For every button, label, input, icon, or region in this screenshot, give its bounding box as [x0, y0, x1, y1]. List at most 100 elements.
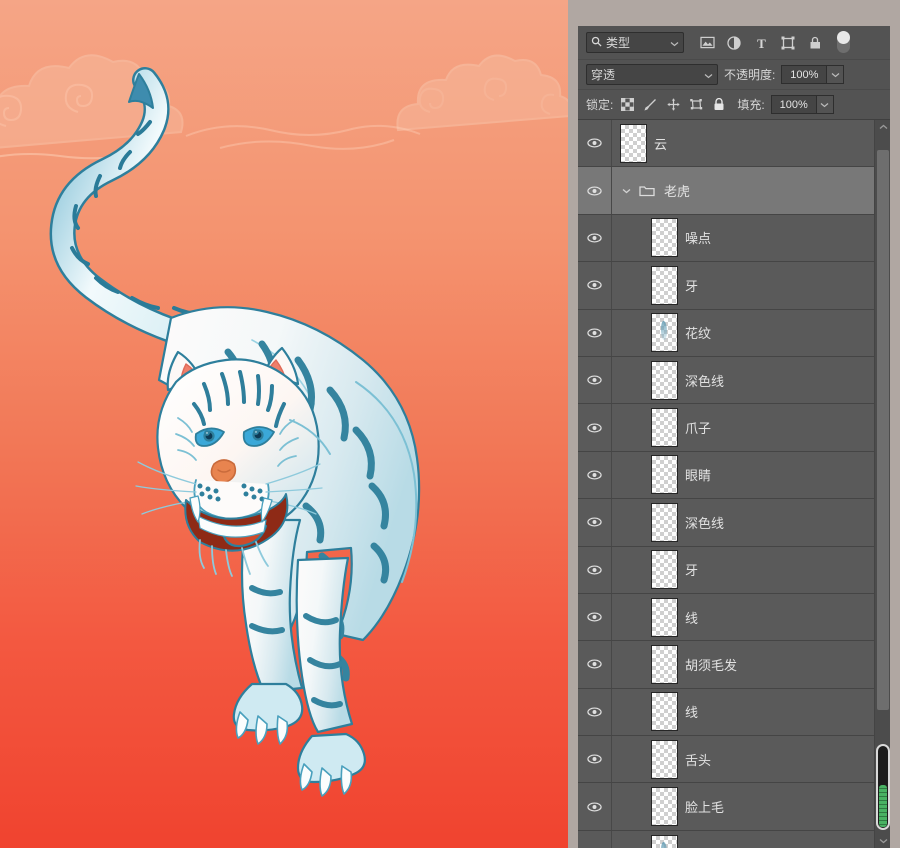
layer-row[interactable]: 老虎 — [578, 167, 890, 215]
layer-row-body[interactable]: 胡须毛发 — [612, 641, 890, 687]
opacity-control[interactable]: 100% — [781, 65, 845, 84]
layer-row-body[interactable]: 花纹 — [612, 310, 890, 356]
layer-visibility-eye-icon[interactable] — [578, 451, 612, 499]
lock-icon-group[interactable] — [619, 97, 727, 113]
layer-row-body[interactable]: 眼睛 — [612, 452, 890, 498]
layer-row[interactable]: 暗部细节 — [578, 830, 890, 848]
layer-row[interactable]: 牙 — [578, 546, 890, 594]
layer-list[interactable]: 云老虎噪点牙花纹深色线爪子眼睛深色线牙线胡须毛发线舌头脸上毛暗部细节 — [578, 120, 890, 848]
layer-row-body[interactable]: 牙 — [612, 547, 890, 593]
layer-filter-type-select[interactable]: 类型 — [586, 32, 684, 53]
layer-thumbnail[interactable] — [651, 739, 678, 779]
lock-artboard-nesting-icon[interactable] — [688, 97, 704, 113]
layer-visibility-eye-icon[interactable] — [578, 641, 612, 688]
layer-thumbnail[interactable] — [651, 644, 678, 684]
fill-value[interactable]: 100% — [770, 95, 817, 114]
fill-control[interactable]: 100% — [770, 95, 834, 114]
pixel-layer-filter-icon[interactable] — [696, 32, 718, 54]
layer-row[interactable]: 爪子 — [578, 404, 890, 452]
layer-row-body[interactable]: 深色线 — [612, 499, 890, 545]
layer-visibility-eye-icon[interactable] — [578, 736, 612, 783]
layer-thumbnail[interactable] — [651, 265, 678, 305]
layer-row[interactable]: 深色线 — [578, 499, 890, 547]
document-canvas[interactable] — [0, 0, 568, 848]
scroll-up-chevron-up-icon[interactable] — [875, 120, 890, 134]
green-level-gauge-fill — [879, 785, 887, 827]
filter-enable-toggle[interactable] — [837, 31, 850, 53]
layer-row-body[interactable]: 噪点 — [612, 215, 890, 261]
smart-object-filter-icon[interactable] — [804, 32, 826, 54]
layer-row-body[interactable]: 线 — [612, 689, 890, 735]
layer-row[interactable]: 牙 — [578, 262, 890, 310]
layer-row-body[interactable]: 脸上毛 — [612, 783, 890, 829]
adjustment-layer-filter-icon[interactable] — [723, 32, 745, 54]
layer-row-body[interactable]: 云 — [612, 120, 890, 166]
layer-visibility-eye-icon[interactable] — [578, 546, 612, 593]
layer-thumbnail[interactable] — [651, 360, 678, 400]
layer-visibility-eye-icon[interactable] — [578, 404, 612, 451]
lock-image-brush-icon[interactable] — [642, 97, 658, 113]
layer-visibility-eye-icon[interactable] — [578, 309, 612, 356]
layer-row-body[interactable]: 老虎 — [612, 167, 890, 213]
layer-visibility-eye-icon[interactable] — [578, 499, 612, 546]
layer-thumbnail[interactable] — [651, 597, 678, 637]
layers-panel[interactable]: 类型 T 穿透 不透明度: 100% 锁定: 填充: 100% 云 老虎 噪点 … — [578, 26, 890, 848]
layer-thumbnail[interactable] — [651, 834, 678, 848]
layer-thumbnail[interactable] — [651, 218, 678, 258]
layer-row[interactable]: 眼睛 — [578, 451, 890, 500]
layer-row[interactable]: 线 — [578, 593, 890, 642]
layer-visibility-eye-icon[interactable] — [578, 120, 612, 167]
layer-visibility-eye-icon[interactable] — [578, 593, 612, 641]
layer-row[interactable]: 舌头 — [578, 736, 890, 784]
lock-transparency-icon[interactable] — [619, 97, 635, 113]
layer-row[interactable]: 线 — [578, 688, 890, 737]
layer-name-label: 线 — [685, 610, 699, 626]
layer-visibility-eye-icon[interactable] — [578, 783, 612, 830]
opacity-label: 不透明度: — [724, 68, 776, 82]
layer-visibility-eye-icon[interactable] — [578, 167, 612, 214]
layer-row-body[interactable]: 爪子 — [612, 404, 890, 450]
layer-visibility-eye-icon[interactable] — [578, 688, 612, 736]
layer-row-body[interactable]: 深色线 — [612, 357, 890, 403]
layer-row[interactable]: 噪点 — [578, 214, 890, 263]
layer-thumbnail[interactable] — [651, 408, 678, 448]
layer-filter-row[interactable]: 类型 T — [578, 26, 890, 60]
scrollbar-thumb[interactable] — [877, 150, 889, 710]
type-layer-filter-icon[interactable]: T — [750, 32, 772, 54]
opacity-value[interactable]: 100% — [781, 65, 828, 84]
layer-list-scrollbar[interactable] — [874, 120, 890, 848]
opacity-stepper-chevron-down-icon[interactable] — [827, 65, 845, 84]
layer-row[interactable]: 云 — [578, 120, 890, 168]
blend-mode-select[interactable]: 穿透 — [586, 64, 718, 85]
layer-row[interactable]: 脸上毛 — [578, 783, 890, 831]
group-expand-chevron-down-icon[interactable] — [620, 188, 632, 194]
layer-filter-icon-group[interactable]: T — [696, 31, 850, 54]
layer-thumbnail[interactable] — [651, 502, 678, 542]
scroll-down-chevron-down-icon[interactable] — [875, 834, 890, 848]
layer-visibility-eye-icon[interactable] — [578, 262, 612, 309]
layer-row-body[interactable]: 线 — [612, 594, 890, 640]
chevron-down-icon[interactable] — [670, 36, 679, 50]
layer-thumbnail[interactable] — [651, 550, 678, 590]
lock-position-move-icon[interactable] — [665, 97, 681, 113]
layer-thumbnail[interactable] — [651, 787, 678, 827]
layer-visibility-eye-icon[interactable] — [578, 830, 612, 848]
layer-thumbnail[interactable] — [651, 692, 678, 732]
layer-row-body[interactable]: 舌头 — [612, 736, 890, 782]
layer-visibility-eye-icon[interactable] — [578, 356, 612, 404]
layer-row-body[interactable]: 暗部细节 — [612, 831, 890, 848]
layer-visibility-eye-icon[interactable] — [578, 214, 612, 262]
lock-all-icon[interactable] — [711, 97, 727, 113]
layer-row[interactable]: 花纹 — [578, 309, 890, 357]
blend-mode-row[interactable]: 穿透 不透明度: 100% — [578, 60, 890, 90]
layer-row[interactable]: 深色线 — [578, 356, 890, 405]
layer-thumbnail[interactable] — [620, 123, 647, 163]
chevron-down-icon[interactable] — [704, 68, 713, 82]
lock-row[interactable]: 锁定: 填充: 100% — [578, 90, 890, 120]
layer-thumbnail[interactable] — [651, 313, 678, 353]
layer-thumbnail[interactable] — [651, 455, 678, 495]
layer-row-body[interactable]: 牙 — [612, 262, 890, 308]
shape-layer-filter-icon[interactable] — [777, 32, 799, 54]
layer-row[interactable]: 胡须毛发 — [578, 641, 890, 689]
fill-stepper-chevron-down-icon[interactable] — [816, 95, 834, 114]
